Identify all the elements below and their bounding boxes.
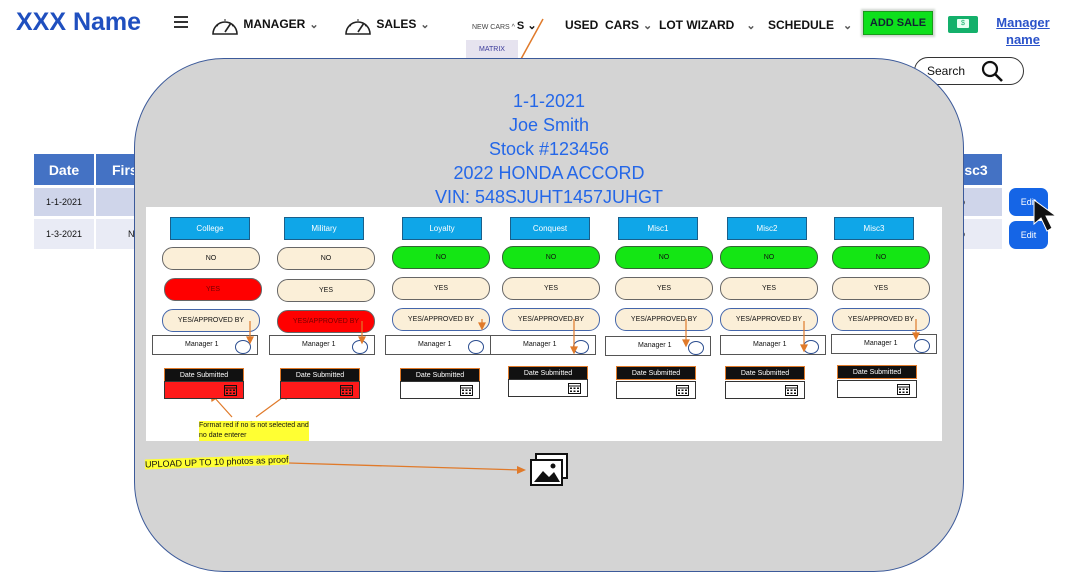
nav-sales-label: SALES — [376, 17, 417, 32]
add-sale-button[interactable]: ADD SALE — [863, 11, 933, 35]
manager-name-line1: Manager — [996, 15, 1050, 30]
calendar-icon[interactable] — [340, 384, 353, 396]
date-submitted-field[interactable] — [616, 381, 696, 399]
nav-lot-wizard[interactable]: LOT WIZARD ⌄ — [659, 18, 756, 32]
date-submitted-label: Date Submitted — [280, 368, 360, 382]
table-row[interactable]: 1-1-2021 — [34, 188, 94, 216]
chevron-down-icon: ⌄ — [746, 20, 756, 32]
date-submitted-label: Date Submitted — [616, 366, 696, 380]
chevron-down-icon: ⌄ — [309, 19, 319, 32]
chevron-down-icon: ⌄ — [843, 20, 853, 32]
chevron-down-icon: ⌄ — [643, 20, 653, 32]
nav-lot-wizard-label: LOT WIZARD — [659, 18, 735, 32]
modal-stock: Stock #123456 — [488, 139, 610, 159]
nav-schedule-label: SCHEDULE — [768, 18, 835, 32]
table-header-date: Date — [34, 154, 94, 185]
gauge-icon — [212, 19, 238, 35]
format-note-line1: Format red if no is not selected and — [199, 422, 309, 429]
date-submitted-label: Date Submitted — [164, 368, 244, 382]
date-submitted-field[interactable] — [837, 380, 917, 398]
annotation-arrow — [520, 18, 544, 60]
modal-vin: VIN: 548SJUHT1457JUHGT — [434, 187, 664, 207]
modal-customer: Joe Smith — [508, 115, 590, 135]
date-submitted-label: Date Submitted — [400, 368, 480, 382]
annotation-arrows — [210, 319, 920, 418]
table-row[interactable]: 1-3-2021 — [34, 219, 94, 249]
date-submitted-field[interactable] — [725, 381, 805, 399]
deal-detail-modal: 1-1-2021 Joe Smith Stock #123456 2022 HO… — [134, 58, 964, 572]
menu-item-matrix[interactable]: MATRIX — [466, 40, 518, 58]
search-icon — [981, 60, 1003, 82]
calendar-icon[interactable] — [897, 383, 910, 395]
nav-manager-label: MANAGER — [243, 17, 306, 32]
calendar-icon[interactable] — [676, 384, 689, 396]
calendar-icon[interactable] — [224, 384, 237, 396]
chevron-down-icon: ⌄ — [420, 19, 430, 32]
rebate-panel: College Military Loyalty Conquest Misc1 … — [146, 207, 942, 441]
format-note-line2: no date enterer — [199, 432, 247, 439]
nav-sales[interactable]: SALES ⌄ — [343, 14, 430, 36]
manager-name-line2: name — [1006, 32, 1040, 47]
hamburger-menu-icon[interactable] — [174, 16, 188, 31]
date-submitted-field[interactable] — [164, 381, 244, 399]
nav-schedule[interactable]: SCHEDULE ⌄ — [768, 18, 852, 32]
calendar-icon[interactable] — [785, 384, 798, 396]
manager-name-link[interactable]: Manager name — [993, 14, 1053, 48]
nav-used-cars-label: USED CARS — [565, 18, 640, 32]
table-header-first: Firs — [96, 154, 138, 185]
photo-gallery-icon[interactable] — [529, 453, 569, 487]
calendar-icon[interactable] — [460, 384, 473, 396]
upload-arrow — [288, 462, 526, 474]
money-icon[interactable]: $ — [948, 16, 978, 33]
cursor-arrow-icon — [1033, 199, 1058, 232]
search-label: Search — [927, 64, 966, 78]
calendar-icon[interactable] — [568, 382, 581, 394]
date-submitted-field[interactable] — [400, 381, 480, 399]
format-note: Format red if no is not selected and no d… — [199, 421, 309, 441]
brand-name[interactable]: XXX Name — [16, 8, 141, 37]
nav-used-cars[interactable]: USED CARS ⌄ — [565, 18, 652, 32]
nav-new-cars-label: NEW CARS — [472, 24, 510, 31]
modal-date: 1-1-2021 — [512, 91, 586, 111]
table-cell — [96, 188, 136, 216]
date-submitted-label: Date Submitted — [837, 365, 917, 379]
date-submitted-label: Date Submitted — [725, 366, 805, 380]
date-submitted-field[interactable] — [280, 381, 360, 399]
nav-manager[interactable]: MANAGER ⌄ — [210, 14, 319, 36]
modal-vehicle: 2022 HONDA ACCORD — [453, 163, 645, 183]
date-submitted-label: Date Submitted — [508, 366, 588, 380]
date-submitted-field[interactable] — [508, 379, 588, 397]
gauge-icon — [345, 19, 371, 35]
table-cell: N — [96, 219, 136, 249]
upload-photos-label: UPLOAD UP TO 10 photos as proof — [144, 454, 289, 470]
